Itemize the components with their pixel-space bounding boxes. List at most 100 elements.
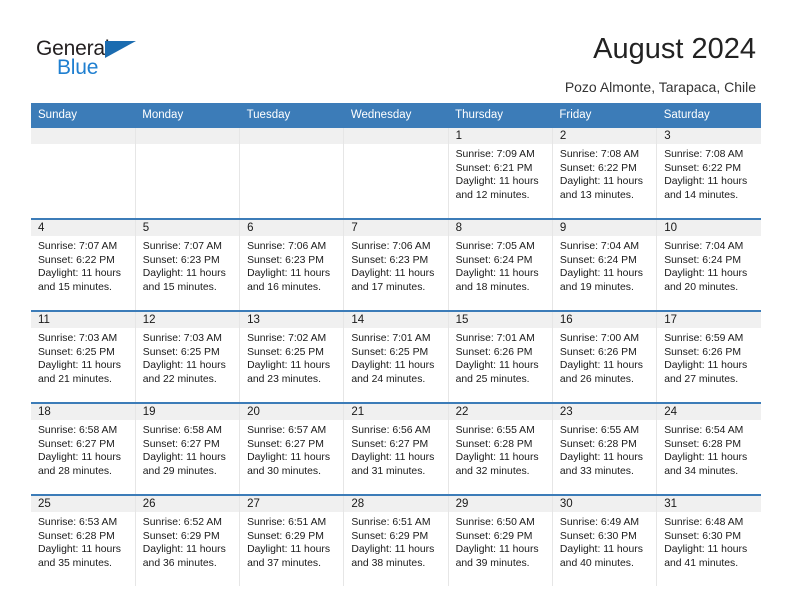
daylight-text-line2: and 16 minutes.	[247, 281, 321, 293]
day-number: 1	[448, 128, 552, 144]
daylight-text-line2: and 12 minutes.	[455, 189, 530, 201]
day-cell[interactable]: 23 Sunrise: 6:55 AM Sunset: 6:28 PM Dayl…	[552, 402, 658, 495]
day-cell[interactable]: 4 Sunrise: 7:07 AM Sunset: 6:22 PM Dayli…	[31, 218, 136, 311]
daylight-text-line2: and 34 minutes.	[664, 465, 739, 477]
day-number: 3	[657, 128, 761, 144]
sunset-text: Sunset: 6:27 PM	[351, 438, 429, 450]
day-cell[interactable]: 13 Sunrise: 7:02 AM Sunset: 6:25 PM Dayl…	[239, 310, 345, 403]
daylight-text-line1: Daylight: 11 hours	[142, 544, 226, 556]
daylight-text-line1: Daylight: 11 hours	[247, 544, 331, 556]
day-cell[interactable]: 24 Sunrise: 6:54 AM Sunset: 6:28 PM Dayl…	[656, 402, 761, 495]
day-cell[interactable]: 22 Sunrise: 6:55 AM Sunset: 6:28 PM Dayl…	[448, 402, 553, 495]
day-cell[interactable]: 1 Sunrise: 7:09 AM Sunset: 6:21 PM Dayli…	[448, 126, 553, 219]
daylight-text-line1: Daylight: 11 hours	[142, 452, 226, 464]
day-cell[interactable]: 12 Sunrise: 7:03 AM Sunset: 6:25 PM Dayl…	[135, 310, 241, 403]
day-details: Sunrise: 7:02 AM Sunset: 6:25 PM Dayligh…	[240, 328, 343, 386]
sunrise-text: Sunrise: 7:03 AM	[38, 333, 118, 344]
daylight-text-line2: and 26 minutes.	[559, 373, 634, 385]
day-cell[interactable]: 10 Sunrise: 7:04 AM Sunset: 6:24 PM Dayl…	[656, 218, 761, 311]
daylight-text-line2: and 29 minutes.	[142, 465, 217, 477]
sunset-text: Sunset: 6:30 PM	[559, 530, 637, 542]
day-cell[interactable]: 30 Sunrise: 6:49 AM Sunset: 6:30 PM Dayl…	[552, 494, 658, 586]
sunrise-text: Sunrise: 7:06 AM	[247, 241, 327, 252]
sunrise-text: Sunrise: 7:05 AM	[455, 241, 535, 252]
day-cell[interactable]: 14 Sunrise: 7:01 AM Sunset: 6:25 PM Dayl…	[343, 310, 449, 403]
sunset-text: Sunset: 6:26 PM	[559, 346, 637, 358]
day-number	[240, 128, 344, 144]
day-cell[interactable]: 5 Sunrise: 7:07 AM Sunset: 6:23 PM Dayli…	[135, 218, 241, 311]
day-details: Sunrise: 7:06 AM Sunset: 6:23 PM Dayligh…	[240, 236, 343, 294]
general-blue-logo[interactable]: General Blue	[36, 37, 156, 83]
day-cell[interactable]: 20 Sunrise: 6:57 AM Sunset: 6:27 PM Dayl…	[239, 402, 345, 495]
day-cell[interactable]: 27 Sunrise: 6:51 AM Sunset: 6:29 PM Dayl…	[239, 494, 345, 586]
sunset-text: Sunset: 6:24 PM	[455, 254, 533, 266]
day-number: 19	[135, 404, 240, 420]
daylight-text-line1: Daylight: 11 hours	[664, 176, 748, 188]
day-number: 5	[135, 220, 240, 236]
day-number: 15	[448, 312, 552, 328]
day-details: Sunrise: 6:55 AM Sunset: 6:28 PM Dayligh…	[553, 420, 656, 478]
sunset-text: Sunset: 6:22 PM	[38, 254, 115, 266]
sunset-text: Sunset: 6:29 PM	[247, 530, 324, 542]
day-cell[interactable]	[135, 126, 241, 219]
day-cell[interactable]: 15 Sunrise: 7:01 AM Sunset: 6:26 PM Dayl…	[448, 310, 553, 403]
day-number	[31, 128, 135, 144]
daylight-text-line2: and 39 minutes.	[455, 557, 530, 569]
day-details: Sunrise: 6:57 AM Sunset: 6:27 PM Dayligh…	[240, 420, 343, 478]
day-cell[interactable]: 19 Sunrise: 6:58 AM Sunset: 6:27 PM Dayl…	[135, 402, 241, 495]
sunset-text: Sunset: 6:29 PM	[142, 530, 220, 542]
sunrise-text: Sunrise: 6:48 AM	[664, 517, 744, 528]
day-number: 31	[657, 496, 761, 512]
day-cell[interactable]: 18 Sunrise: 6:58 AM Sunset: 6:27 PM Dayl…	[31, 402, 136, 495]
sunrise-text: Sunrise: 6:55 AM	[559, 425, 640, 436]
day-cell[interactable]: 2 Sunrise: 7:08 AM Sunset: 6:22 PM Dayli…	[552, 126, 658, 219]
sunset-text: Sunset: 6:27 PM	[247, 438, 324, 450]
calendar-header-row: Sunday Monday Tuesday Wednesday Thursday…	[31, 103, 761, 127]
daylight-text-line1: Daylight: 11 hours	[455, 544, 539, 556]
sunrise-text: Sunrise: 6:58 AM	[142, 425, 222, 436]
day-cell[interactable]: 11 Sunrise: 7:03 AM Sunset: 6:25 PM Dayl…	[31, 310, 136, 403]
day-cell[interactable]	[31, 126, 136, 219]
daylight-text-line1: Daylight: 11 hours	[247, 268, 331, 280]
sunrise-text: Sunrise: 6:59 AM	[664, 333, 744, 344]
calendar-body: 1 Sunrise: 7:09 AM Sunset: 6:21 PM Dayli…	[31, 126, 761, 586]
day-cell[interactable]: 26 Sunrise: 6:52 AM Sunset: 6:29 PM Dayl…	[135, 494, 241, 586]
daylight-text-line2: and 35 minutes.	[38, 557, 112, 569]
day-details: Sunrise: 6:51 AM Sunset: 6:29 PM Dayligh…	[344, 512, 447, 570]
day-cell[interactable]: 21 Sunrise: 6:56 AM Sunset: 6:27 PM Dayl…	[343, 402, 449, 495]
day-details: Sunrise: 7:01 AM Sunset: 6:26 PM Dayligh…	[449, 328, 552, 386]
day-cell[interactable]: 6 Sunrise: 7:06 AM Sunset: 6:23 PM Dayli…	[239, 218, 345, 311]
day-cell[interactable]: 29 Sunrise: 6:50 AM Sunset: 6:29 PM Dayl…	[448, 494, 553, 586]
daylight-text-line1: Daylight: 11 hours	[351, 452, 435, 464]
calendar-grid: Sunday Monday Tuesday Wednesday Thursday…	[31, 103, 761, 586]
daylight-text-line2: and 18 minutes.	[455, 281, 530, 293]
sunrise-text: Sunrise: 6:51 AM	[247, 517, 327, 528]
day-cell[interactable]: 8 Sunrise: 7:05 AM Sunset: 6:24 PM Dayli…	[448, 218, 553, 311]
day-cell[interactable]: 25 Sunrise: 6:53 AM Sunset: 6:28 PM Dayl…	[31, 494, 136, 586]
sunset-text: Sunset: 6:25 PM	[142, 346, 220, 358]
daylight-text-line1: Daylight: 11 hours	[38, 268, 121, 280]
day-cell[interactable]: 28 Sunrise: 6:51 AM Sunset: 6:29 PM Dayl…	[343, 494, 449, 586]
calendar-week-row: 4 Sunrise: 7:07 AM Sunset: 6:22 PM Dayli…	[31, 218, 761, 311]
sunset-text: Sunset: 6:28 PM	[559, 438, 637, 450]
daylight-text-line2: and 30 minutes.	[247, 465, 321, 477]
sunset-text: Sunset: 6:28 PM	[664, 438, 742, 450]
daylight-text-line1: Daylight: 11 hours	[455, 360, 539, 372]
day-cell[interactable]: 31 Sunrise: 6:48 AM Sunset: 6:30 PM Dayl…	[656, 494, 761, 586]
day-cell[interactable]: 3 Sunrise: 7:08 AM Sunset: 6:22 PM Dayli…	[656, 126, 761, 219]
day-number: 4	[31, 220, 135, 236]
logo-text-blue: Blue	[57, 56, 99, 79]
day-cell[interactable]	[343, 126, 449, 219]
day-cell[interactable]	[239, 126, 345, 219]
daylight-text-line2: and 40 minutes.	[559, 557, 634, 569]
day-cell[interactable]: 17 Sunrise: 6:59 AM Sunset: 6:26 PM Dayl…	[656, 310, 761, 403]
weekday-header-sunday: Sunday	[31, 103, 136, 127]
day-cell[interactable]: 9 Sunrise: 7:04 AM Sunset: 6:24 PM Dayli…	[552, 218, 658, 311]
day-details: Sunrise: 6:58 AM Sunset: 6:27 PM Dayligh…	[31, 420, 135, 478]
daylight-text-line1: Daylight: 11 hours	[142, 268, 226, 280]
day-cell[interactable]: 16 Sunrise: 7:00 AM Sunset: 6:26 PM Dayl…	[552, 310, 658, 403]
weekday-header-wednesday: Wednesday	[343, 103, 449, 127]
day-details: Sunrise: 6:53 AM Sunset: 6:28 PM Dayligh…	[31, 512, 135, 570]
day-cell[interactable]: 7 Sunrise: 7:06 AM Sunset: 6:23 PM Dayli…	[343, 218, 449, 311]
sunrise-text: Sunrise: 7:09 AM	[455, 149, 535, 160]
